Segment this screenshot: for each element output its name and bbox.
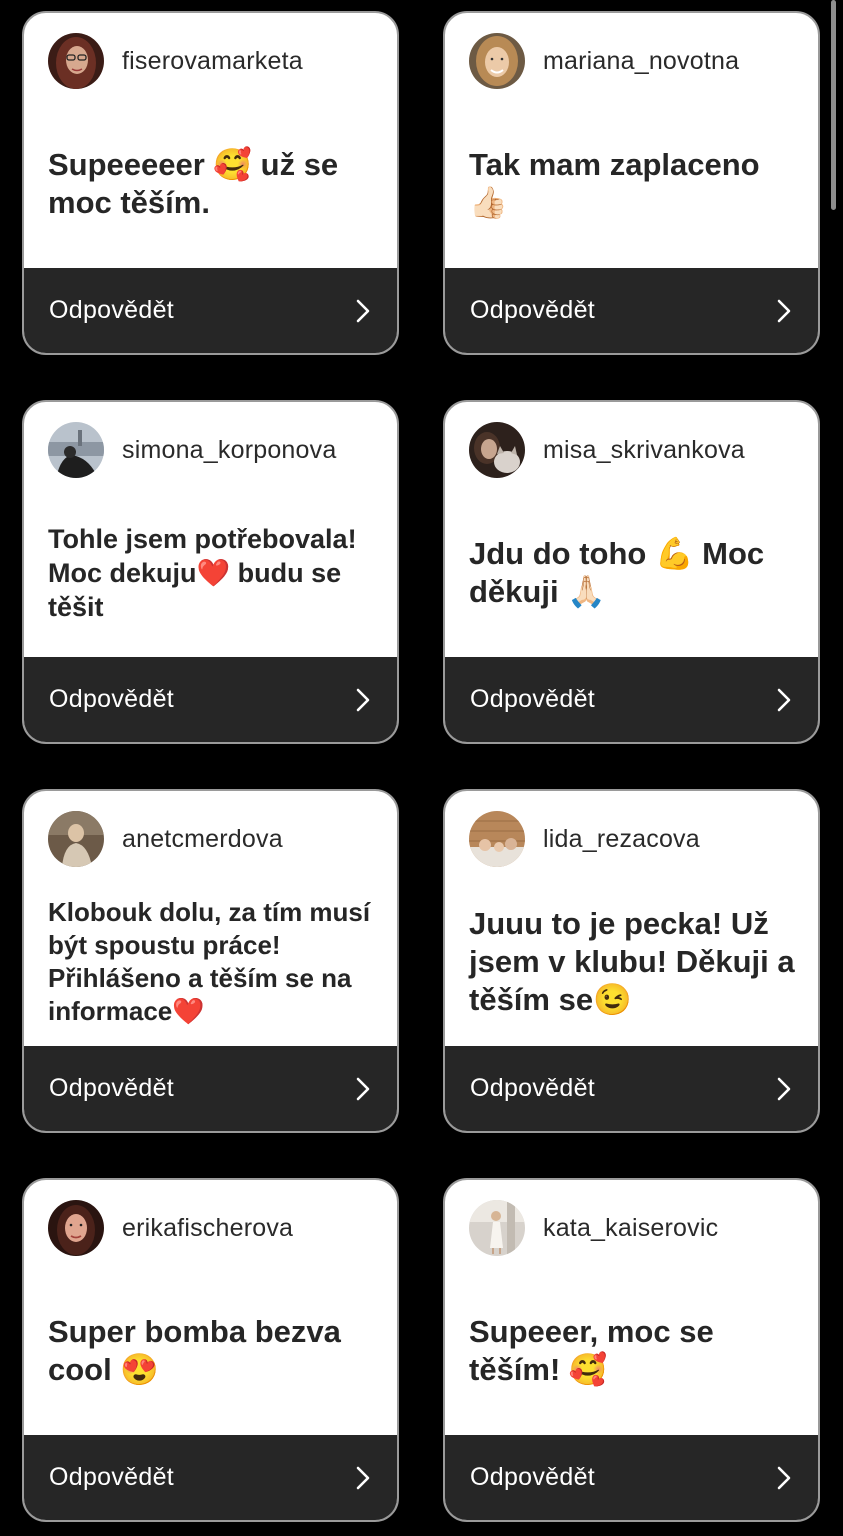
message-text: Jdu do toho 💪 Moc děkuji 🙏🏻	[469, 536, 765, 609]
avatar[interactable]	[469, 811, 525, 867]
message-container: Super bomba bezva cool 😍	[48, 1276, 377, 1426]
card-content: erikafischerova Super bomba bezva cool 😍	[24, 1180, 397, 1437]
message-text: Juuu to je pecka! Už jsem v klubu! Děkuj…	[469, 906, 795, 1017]
reply-button[interactable]: Odpovědět	[24, 1435, 397, 1520]
reply-card: misa_skrivankova Jdu do toho 💪 Moc děkuj…	[443, 400, 820, 744]
card-content: anetcmerdova Klobouk dolu, za tím musí b…	[24, 791, 397, 1048]
username: simona_korponova	[122, 436, 337, 464]
message-container: Juuu to je pecka! Už jsem v klubu! Děkuj…	[469, 887, 798, 1037]
message-text: Klobouk dolu, za tím musí být spoustu pr…	[48, 897, 371, 1026]
reply-button[interactable]: Odpovědět	[24, 268, 397, 353]
message-text: Super bomba bezva cool 😍	[48, 1314, 341, 1387]
card-content: simona_korponova Tohle jsem potřebovala!…	[24, 402, 397, 659]
message-container: Tak mam zaplaceno 👍🏻	[469, 109, 798, 259]
username: lida_rezacova	[543, 825, 700, 853]
reply-label: Odpovědět	[470, 1463, 596, 1491]
username: erikafischerova	[122, 1214, 294, 1242]
reply-button[interactable]: Odpovědět	[24, 1046, 397, 1131]
message-container: Klobouk dolu, za tím musí být spoustu pr…	[48, 887, 377, 1037]
username: misa_skrivankova	[543, 436, 745, 464]
avatar-image	[48, 811, 104, 867]
chevron-right-icon	[356, 688, 370, 711]
avatar-image	[48, 422, 104, 478]
avatar-image	[48, 1200, 104, 1256]
message-container: Supeeer, moc se těším! 🥰	[469, 1276, 798, 1426]
reply-card: lida_rezacova Juuu to je pecka! Už jsem …	[443, 789, 820, 1133]
reply-button[interactable]: Odpovědět	[445, 268, 818, 353]
chevron-right-icon	[356, 1077, 370, 1100]
scrollbar[interactable]	[831, 0, 836, 210]
reply-card: simona_korponova Tohle jsem potřebovala!…	[22, 400, 399, 744]
reply-card: fiserovamarketa Supeeeeer 🥰 už se moc tě…	[22, 11, 399, 355]
avatar-image	[469, 422, 525, 478]
reply-card: kata_kaiserovic Supeeer, moc se těším! 🥰…	[443, 1178, 820, 1522]
message-container: Supeeeeer 🥰 už se moc těším.	[48, 109, 377, 259]
avatar-image	[469, 33, 525, 89]
reply-label: Odpovědět	[470, 685, 596, 713]
avatar[interactable]	[48, 811, 104, 867]
avatar[interactable]	[48, 33, 104, 89]
reply-card: anetcmerdova Klobouk dolu, za tím musí b…	[22, 789, 399, 1133]
chevron-right-icon	[777, 688, 791, 711]
card-content: kata_kaiserovic Supeeer, moc se těším! 🥰	[445, 1180, 818, 1437]
avatar-image	[469, 1200, 525, 1256]
chevron-right-icon	[777, 1466, 791, 1489]
reply-button[interactable]: Odpovědět	[445, 657, 818, 742]
avatar[interactable]	[469, 1200, 525, 1256]
reply-card: erikafischerova Super bomba bezva cool 😍…	[22, 1178, 399, 1522]
username: fiserovamarketa	[122, 47, 303, 75]
reply-label: Odpovědět	[49, 1074, 175, 1102]
username: kata_kaiserovic	[543, 1214, 719, 1242]
avatar[interactable]	[469, 33, 525, 89]
reply-button[interactable]: Odpovědět	[445, 1435, 818, 1520]
avatar[interactable]	[48, 1200, 104, 1256]
card-content: lida_rezacova Juuu to je pecka! Už jsem …	[445, 791, 818, 1048]
chevron-right-icon	[356, 1466, 370, 1489]
message-text: Tak mam zaplaceno 👍🏻	[469, 147, 760, 220]
card-content: fiserovamarketa Supeeeeer 🥰 už se moc tě…	[24, 13, 397, 270]
reply-label: Odpovědět	[470, 1074, 596, 1102]
chevron-right-icon	[356, 299, 370, 322]
reply-button[interactable]: Odpovědět	[445, 1046, 818, 1131]
message-text: Tohle jsem potřebovala! Moc dekuju❤️ bud…	[48, 524, 357, 622]
reply-button[interactable]: Odpovědět	[24, 657, 397, 742]
card-content: mariana_novotna Tak mam zaplaceno 👍🏻	[445, 13, 818, 270]
avatar[interactable]	[48, 422, 104, 478]
reply-label: Odpovědět	[49, 296, 175, 324]
reply-label: Odpovědět	[49, 685, 175, 713]
message-text: Supeeeeer 🥰 už se moc těším.	[48, 147, 339, 220]
message-container: Jdu do toho 💪 Moc děkuji 🙏🏻	[469, 498, 798, 648]
card-content: misa_skrivankova Jdu do toho 💪 Moc děkuj…	[445, 402, 818, 659]
reply-label: Odpovědět	[470, 296, 596, 324]
avatar[interactable]	[469, 422, 525, 478]
reply-card: mariana_novotna Tak mam zaplaceno 👍🏻 Odp…	[443, 11, 820, 355]
reply-label: Odpovědět	[49, 1463, 175, 1491]
avatar-image	[469, 811, 525, 867]
chevron-right-icon	[777, 1077, 791, 1100]
username: anetcmerdova	[122, 825, 283, 853]
avatar-image	[48, 33, 104, 89]
message-container: Tohle jsem potřebovala! Moc dekuju❤️ bud…	[48, 498, 377, 648]
username: mariana_novotna	[543, 47, 740, 75]
message-text: Supeeer, moc se těším! 🥰	[469, 1314, 714, 1387]
chevron-right-icon	[777, 299, 791, 322]
